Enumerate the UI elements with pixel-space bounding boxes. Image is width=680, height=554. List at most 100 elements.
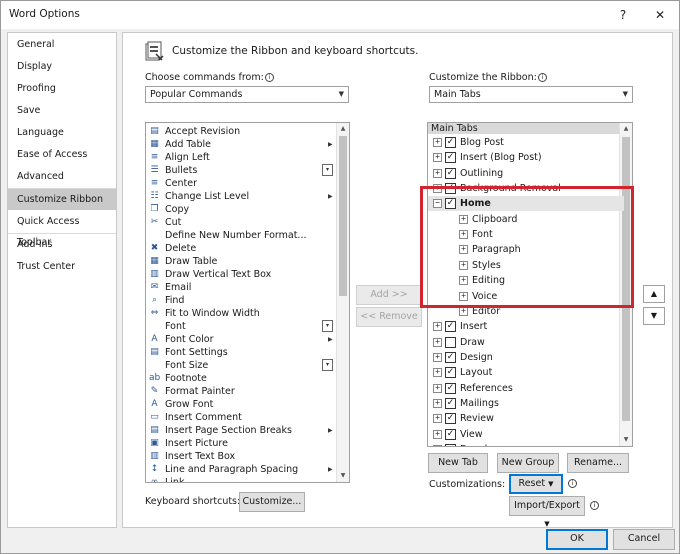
- command-item[interactable]: ▦ Add Table ▶: [146, 138, 346, 151]
- sidebar-item-ease-of-access[interactable]: Ease of Access: [8, 144, 116, 165]
- tab-checkbox[interactable]: ✓: [445, 198, 456, 210]
- tab-checkbox[interactable]: ✓: [445, 413, 456, 425]
- tree-row-draw[interactable]: + Draw: [428, 335, 624, 350]
- tab-checkbox[interactable]: ✓: [445, 397, 456, 409]
- move-up-button[interactable]: ▲: [643, 285, 665, 303]
- command-item[interactable]: ▣ Insert Picture: [146, 437, 346, 450]
- command-item[interactable]: ∞ Link: [146, 476, 346, 482]
- command-item[interactable]: ✖ Delete: [146, 242, 346, 255]
- tab-checkbox[interactable]: ✓: [445, 351, 456, 363]
- tree-row-insert[interactable]: + ✓ Insert: [428, 319, 624, 334]
- info-icon[interactable]: i: [568, 479, 577, 488]
- tab-checkbox[interactable]: ✓: [445, 428, 456, 440]
- customize-shortcuts-button[interactable]: Customize...: [239, 492, 305, 512]
- customize-ribbon-dropdown[interactable]: Main Tabs ▼: [429, 86, 633, 103]
- command-item[interactable]: ▥ Insert Text Box: [146, 450, 346, 463]
- sidebar-item-customize-ribbon[interactable]: Customize Ribbon: [8, 189, 116, 210]
- tree-row-design[interactable]: + ✓ Design: [428, 350, 624, 365]
- tab-checkbox[interactable]: ✓: [445, 167, 456, 179]
- move-down-button[interactable]: ▼: [643, 307, 665, 325]
- expand-icon[interactable]: +: [433, 414, 442, 424]
- scroll-up-icon[interactable]: ▲: [620, 123, 632, 135]
- sidebar-item-save[interactable]: Save: [8, 100, 116, 121]
- tree-row-view[interactable]: + ✓ View: [428, 427, 624, 442]
- expand-icon[interactable]: +: [459, 245, 468, 255]
- expand-icon[interactable]: +: [459, 276, 468, 286]
- add-button[interactable]: Add >>: [356, 285, 422, 305]
- tree-row-font[interactable]: + Font: [428, 227, 624, 242]
- ok-button[interactable]: OK: [546, 529, 608, 550]
- info-icon[interactable]: i: [537, 73, 547, 82]
- ribbon-tree[interactable]: Main Tabs ▲ ▼ + ✓ Blog Post + ✓ Insert (Blog …: [427, 122, 633, 447]
- tab-checkbox[interactable]: ✓: [445, 137, 456, 148]
- reset-button[interactable]: Reset ▼: [509, 474, 563, 494]
- tab-checkbox[interactable]: ✓: [445, 152, 456, 164]
- command-item[interactable]: ▤ Insert Page Section Breaks ▶: [146, 424, 346, 437]
- command-item[interactable]: ≡ Align Left: [146, 151, 346, 164]
- tree-row-styles[interactable]: + Styles: [428, 258, 624, 273]
- command-item[interactable]: ⇔ Fit to Window Width: [146, 307, 346, 320]
- command-item[interactable]: ☷ Change List Level ▶: [146, 190, 346, 203]
- command-item[interactable]: ✂ Cut: [146, 216, 346, 229]
- command-item[interactable]: A Grow Font: [146, 398, 346, 411]
- rename-button[interactable]: Rename...: [567, 453, 629, 473]
- expand-icon[interactable]: +: [433, 429, 442, 439]
- tree-row-home[interactable]: − ✓ Home: [428, 196, 624, 212]
- tree-row-editing[interactable]: + Editing: [428, 273, 624, 288]
- expand-icon[interactable]: +: [459, 230, 468, 240]
- tab-checkbox[interactable]: [445, 336, 456, 348]
- tree-row-developer[interactable]: + Developer: [428, 442, 624, 446]
- command-item[interactable]: ≡ Center: [146, 177, 346, 190]
- expand-icon[interactable]: +: [459, 260, 468, 270]
- choose-commands-dropdown[interactable]: Popular Commands ▼: [145, 86, 349, 103]
- tab-checkbox[interactable]: ✓: [445, 321, 456, 333]
- tree-row-background-removal[interactable]: + ✓ Background Removal: [428, 181, 624, 196]
- expand-icon[interactable]: +: [433, 368, 442, 378]
- new-group-button[interactable]: New Group: [497, 453, 559, 473]
- tree-row-mailings[interactable]: + ✓ Mailings: [428, 396, 624, 411]
- info-icon[interactable]: i: [590, 501, 599, 510]
- sidebar-item-trust-center[interactable]: Trust Center: [8, 256, 116, 277]
- command-item[interactable]: ✉ Email: [146, 281, 346, 294]
- tree-row-outlining[interactable]: + ✓ Outlining: [428, 166, 624, 181]
- tree-row-paragraph[interactable]: + Paragraph: [428, 242, 624, 257]
- command-item[interactable]: ✎ Format Painter: [146, 385, 346, 398]
- sidebar-item-proofing[interactable]: Proofing: [8, 78, 116, 99]
- tab-checkbox[interactable]: ✓: [445, 382, 456, 394]
- expand-icon[interactable]: +: [433, 352, 442, 362]
- expand-icon[interactable]: +: [459, 291, 468, 301]
- expand-icon[interactable]: +: [433, 445, 442, 446]
- tab-checkbox[interactable]: ✓: [445, 367, 456, 379]
- sidebar-item-advanced[interactable]: Advanced: [8, 166, 116, 187]
- command-item[interactable]: Define New Number Format...: [146, 229, 346, 242]
- tree-row-clipboard[interactable]: + Clipboard: [428, 212, 624, 227]
- tree-row-references[interactable]: + ✓ References: [428, 381, 624, 396]
- expand-icon[interactable]: +: [433, 322, 442, 332]
- tab-checkbox[interactable]: [445, 444, 456, 446]
- command-item[interactable]: ▦ Draw Table: [146, 255, 346, 268]
- new-tab-button[interactable]: New Tab: [428, 453, 488, 473]
- sidebar-item-quick-access-toolbar[interactable]: Quick Access Toolbar: [8, 211, 116, 248]
- command-item[interactable]: ▤ Accept Revision: [146, 125, 346, 138]
- help-icon[interactable]: ?: [609, 5, 637, 25]
- command-item[interactable]: Font ▾: [146, 320, 346, 333]
- command-item[interactable]: ab Footnote: [146, 372, 346, 385]
- tree-row-blog-post[interactable]: + ✓ Blog Post: [428, 135, 624, 150]
- sidebar-item-language[interactable]: Language: [8, 122, 116, 143]
- command-item[interactable]: ↕ Line and Paragraph Spacing ▶: [146, 463, 346, 476]
- import-export-button[interactable]: Import/Export ▼: [509, 496, 585, 528]
- command-item[interactable]: ❐ Copy: [146, 203, 346, 216]
- expand-icon[interactable]: +: [433, 383, 442, 393]
- expand-icon[interactable]: +: [459, 214, 468, 224]
- command-item[interactable]: A Font Color ▶: [146, 333, 346, 346]
- command-item[interactable]: ☰ Bullets ▾: [146, 164, 346, 177]
- command-item[interactable]: Font Size ▾: [146, 359, 346, 372]
- cancel-button[interactable]: Cancel: [613, 529, 675, 550]
- sidebar-item-add-ins[interactable]: Add-ins: [8, 234, 116, 255]
- expand-icon[interactable]: +: [459, 306, 468, 316]
- tab-checkbox[interactable]: ✓: [445, 183, 456, 195]
- info-icon[interactable]: i: [264, 73, 274, 82]
- tree-row-insert-blog-post-[interactable]: + ✓ Insert (Blog Post): [428, 150, 624, 165]
- tree-row-layout[interactable]: + ✓ Layout: [428, 365, 624, 380]
- expand-icon[interactable]: +: [433, 168, 442, 178]
